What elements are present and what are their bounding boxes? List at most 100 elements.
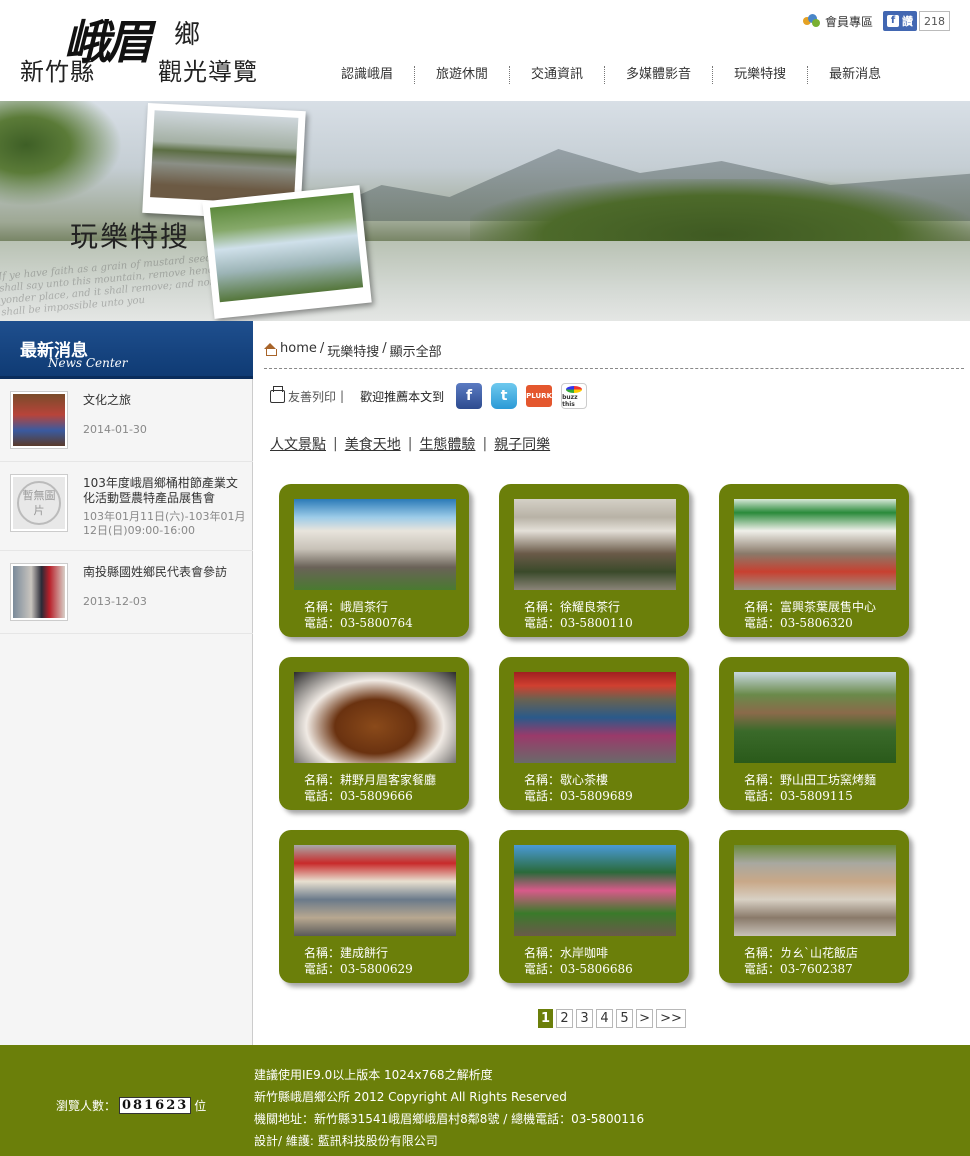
category-tabs: 人文景點 | 美食天地 | 生態體驗 | 親子同樂 [270, 434, 550, 454]
nav-item-traffic[interactable]: 交通資訊 [510, 66, 606, 84]
news-item[interactable]: 南投縣國姓鄉民代表會參訪 2013-12-03 [0, 551, 253, 634]
facebook-like-count: 218 [919, 11, 950, 31]
listing-photo[interactable] [294, 672, 456, 763]
tab-separator: | [407, 436, 413, 452]
print-link[interactable]: 友善列印 [288, 388, 336, 405]
nav-item-media[interactable]: 多媒體影音 [605, 66, 714, 84]
listing-card[interactable]: 名稱：耕野月眉客家餐廳 電話：03-5809666 [279, 657, 469, 810]
listing-name: 名稱：水岸咖啡 [524, 946, 609, 960]
news-item-title[interactable]: 103年度峨眉鄉桶柑節產業文化活動暨農特產品展售會 [83, 476, 243, 506]
news-item[interactable]: 文化之旅 2014-01-30 [0, 379, 253, 462]
listing-card[interactable]: 名稱：水岸咖啡 電話：03-5806686 [499, 830, 689, 983]
listing-photo[interactable] [514, 672, 676, 763]
header: 新竹縣 峨眉 鄉 觀光導覽 會員專區 f 讚 218 認識峨眉 旅遊休閒 交通資… [0, 0, 970, 101]
page-1-button[interactable]: 1 [538, 1009, 554, 1028]
listing-phone: 電話：03-5800110 [524, 616, 633, 630]
facebook-like-button[interactable]: f 讚 [883, 11, 917, 31]
facebook-icon: f [887, 15, 899, 27]
footer-maintainer: 設計/ 維護: 藍訊科技股份有限公司 [254, 1134, 438, 1148]
news-item-title[interactable]: 文化之旅 [83, 393, 243, 408]
news-header: 最新消息 News Center [0, 321, 253, 379]
listing-card[interactable]: 名稱：ㄌㄠˋ山花飯店 電話：03-7602387 [719, 830, 909, 983]
last-page-button[interactable]: >> [656, 1009, 687, 1028]
news-thumbnail[interactable] [10, 563, 68, 621]
listing-phone: 電話：03-5800629 [304, 962, 413, 976]
listing-photo[interactable] [734, 845, 896, 936]
listing-phone: 電話：03-5809689 [524, 789, 633, 803]
nav-item-travel[interactable]: 旅遊休閒 [415, 66, 511, 84]
tab-ecology[interactable]: 生態體驗 [419, 434, 475, 454]
breadcrumb-separator: / [382, 341, 387, 356]
listing-photo[interactable] [514, 845, 676, 936]
listing-photo[interactable] [294, 845, 456, 936]
tab-culture[interactable]: 人文景點 [270, 434, 326, 454]
plurk-icon[interactable]: PLURK [526, 385, 553, 407]
next-page-button[interactable]: > [636, 1009, 654, 1028]
listing-card[interactable]: 名稱：峨眉茶行 電話：03-5800764 [279, 484, 469, 637]
page-3-button[interactable]: 3 [576, 1009, 594, 1028]
counter-label: 瀏覽人數： [56, 1099, 117, 1113]
listing-card[interactable]: 名稱：建成餅行 電話：03-5800629 [279, 830, 469, 983]
breadcrumb-section[interactable]: 玩樂特搜 [327, 341, 379, 360]
listing-name: 名稱：耕野月眉客家餐廳 [304, 773, 437, 787]
listing-name: 名稱：ㄌㄠˋ山花飯店 [744, 946, 859, 960]
logo-script: 峨眉 [64, 15, 152, 69]
news-list: 文化之旅 2014-01-30 暫無圖片 103年度峨眉鄉桶柑節產業文化活動暨農… [0, 379, 253, 634]
footer-info: 建議使用IE9.0以上版本 1024x768之解析度 新竹縣峨眉鄉公所 2012… [254, 1064, 644, 1152]
listing-name: 名稱：峨眉茶行 [304, 600, 389, 614]
facebook-like-label: 讚 [902, 15, 913, 28]
twitter-icon[interactable]: t [491, 383, 518, 409]
visitor-counter: 瀏覽人數： 081623 位 [56, 1097, 206, 1114]
home-icon[interactable] [264, 343, 277, 356]
site-logo[interactable]: 新竹縣 峨眉 鄉 觀光導覽 [18, 8, 258, 94]
news-item-date: 2014-01-30 [83, 423, 147, 436]
breadcrumb: home / 玩樂特搜 / 顯示全部 [264, 341, 964, 369]
nav-item-about[interactable]: 認識峨眉 [320, 66, 416, 84]
pagination: 1 2 3 4 5 > >> [538, 1009, 687, 1028]
banner-trees [470, 179, 970, 249]
breadcrumb-home[interactable]: home [280, 341, 317, 356]
listing-photo[interactable] [514, 499, 676, 590]
listing-phone: 電話：03-5809115 [744, 789, 853, 803]
no-image-placeholder: 暫無圖片 [17, 481, 61, 525]
listing-card[interactable]: 名稱：徐耀良茶行 電話：03-5800110 [499, 484, 689, 637]
nav-item-news[interactable]: 最新消息 [808, 66, 902, 84]
listing-photo[interactable] [734, 672, 896, 763]
tab-family[interactable]: 親子同樂 [494, 434, 550, 454]
listing-name: 名稱：野山田工坊窯烤麵 [744, 773, 877, 787]
printer-icon[interactable] [270, 385, 285, 403]
main-nav: 認識峨眉 旅遊休閒 交通資訊 多媒體影音 玩樂特搜 最新消息 [320, 66, 902, 84]
member-link[interactable]: 會員專區 [802, 13, 873, 30]
tab-food[interactable]: 美食天地 [345, 434, 401, 454]
page-5-button[interactable]: 5 [616, 1009, 634, 1028]
buzz-icon[interactable]: buzz this [561, 383, 588, 409]
news-item[interactable]: 暫無圖片 103年度峨眉鄉桶柑節產業文化活動暨農特產品展售會 103年01月11… [0, 462, 253, 551]
listing-phone: 電話：03-5806320 [744, 616, 853, 630]
hero-banner: If ye have faith as a grain of mustard s… [0, 101, 970, 321]
counter-digits: 081623 [119, 1097, 192, 1114]
breadcrumb-separator: / [319, 341, 325, 356]
news-item-title[interactable]: 南投縣國姓鄉民代表會參訪 [83, 565, 243, 580]
page: 新竹縣 峨眉 鄉 觀光導覽 會員專區 f 讚 218 認識峨眉 旅遊休閒 交通資… [0, 0, 970, 1156]
facebook-icon[interactable]: f [456, 383, 483, 409]
listing-photo[interactable] [734, 499, 896, 590]
breadcrumb-current: 顯示全部 [389, 345, 442, 360]
news-subtitle: News Center [48, 356, 128, 370]
listing-photo[interactable] [294, 499, 456, 590]
listing-phone: 電話：03-5806686 [524, 962, 633, 976]
share-label: 歡迎推薦本文到 [360, 389, 445, 404]
page-2-button[interactable]: 2 [556, 1009, 574, 1028]
banner-photo-lake [202, 185, 372, 319]
member-label: 會員專區 [824, 14, 873, 29]
listing-card[interactable]: 名稱：富興茶葉展售中心 電話：03-5806320 [719, 484, 909, 637]
page-4-button[interactable]: 4 [596, 1009, 614, 1028]
facebook-like-widget: f 讚 218 [883, 11, 950, 31]
sidebar: 最新消息 News Center 文化之旅 2014-01-30 暫無圖片 10… [0, 321, 253, 1045]
listing-card[interactable]: 名稱：野山田工坊窯烤麵 電話：03-5809115 [719, 657, 909, 810]
nav-item-search[interactable]: 玩樂特搜 [713, 66, 809, 84]
news-thumbnail[interactable] [10, 391, 68, 449]
logo-suffix: 觀光導覽 [158, 58, 258, 86]
listing-card[interactable]: 名稱：歇心茶樓 電話：03-5809689 [499, 657, 689, 810]
banner-title: 玩樂特搜 [70, 220, 191, 253]
news-thumbnail[interactable]: 暫無圖片 [10, 474, 68, 532]
